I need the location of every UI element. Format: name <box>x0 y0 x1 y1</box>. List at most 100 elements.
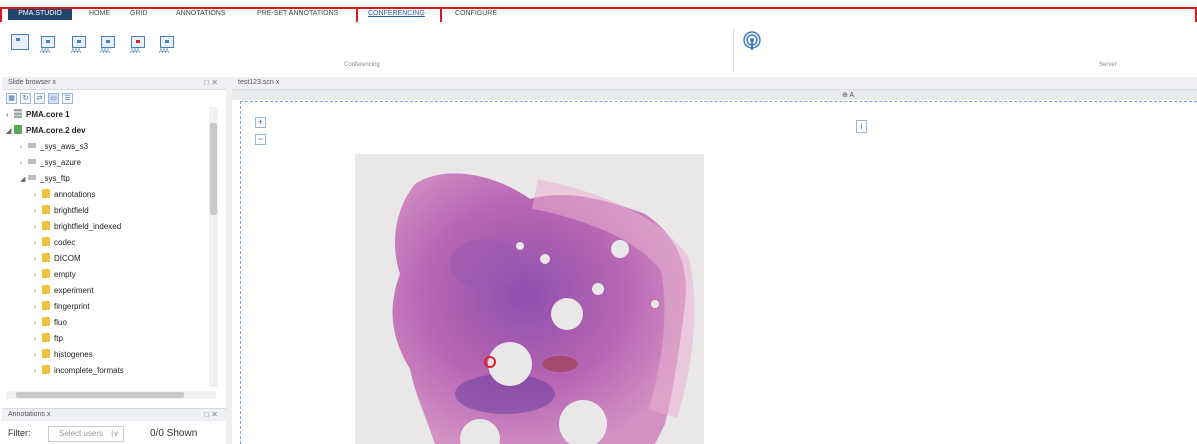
grid-view-icon[interactable]: ▦ <box>6 93 17 104</box>
ribbon-group-conferencing-label: Conferencing <box>344 62 380 68</box>
thumbnail-view-icon[interactable]: ▭ <box>48 93 59 104</box>
ribbon-group-server-label: Server <box>1099 62 1117 68</box>
panel-window-controls[interactable]: □ ✕ <box>204 410 218 419</box>
annotations-tab[interactable]: Annotations x □ ✕ <box>2 408 226 421</box>
start-conference-icon[interactable] <box>41 36 55 48</box>
tree-item[interactable]: ◢ _sys_ftp <box>20 171 70 187</box>
tree-item[interactable]: ◢ PMA.core.2 dev <box>6 123 86 139</box>
tree-item[interactable]: › codec <box>34 235 75 251</box>
info-button[interactable]: i <box>856 120 867 133</box>
zoom-out-button[interactable]: − <box>255 134 266 145</box>
panel-splitter[interactable] <box>226 77 232 444</box>
tree-item[interactable]: › brightfield_indexed <box>34 219 121 235</box>
folder-icon <box>42 349 50 358</box>
tree-item[interactable]: › empty <box>34 267 76 283</box>
chevron-right-icon[interactable]: › <box>34 204 42 220</box>
chevron-right-icon[interactable]: › <box>34 364 42 380</box>
folder-icon <box>42 333 50 342</box>
tree-item[interactable]: › DICOM <box>34 251 81 267</box>
chevron-right-icon[interactable]: › <box>34 236 42 252</box>
participants-icon: ÅÅÅ <box>40 49 50 55</box>
ribbon-separator <box>733 28 734 72</box>
broadcast-server-icon[interactable] <box>742 31 762 51</box>
chevron-right-icon[interactable]: › <box>34 300 42 316</box>
folder-icon <box>42 301 50 310</box>
slide-browser-tab[interactable]: Slide browser x □ ✕ <box>2 77 226 90</box>
chevron-right-icon[interactable]: › <box>34 316 42 332</box>
zoom-in-button[interactable]: + <box>255 117 266 128</box>
participants-icon: ÅÅÅ <box>159 49 169 55</box>
chevron-right-icon[interactable]: › <box>34 268 42 284</box>
tree-item-label: brightfield <box>54 206 89 215</box>
tree-item-label: brightfield_indexed <box>54 222 122 231</box>
tree-item-label: fluo <box>54 318 67 327</box>
server-green-icon <box>14 125 22 134</box>
link-icon[interactable]: ⇄ <box>34 93 45 104</box>
tree-item-label: PMA.core.2 dev <box>26 126 86 135</box>
tree-item-label: histogenes <box>54 350 93 359</box>
chevron-right-icon[interactable]: › <box>34 220 42 236</box>
folder-icon <box>42 365 50 374</box>
chevron-down-icon[interactable]: ◢ <box>6 124 14 140</box>
drive-icon <box>28 159 36 164</box>
tree-item-label: _sys_ftp <box>40 174 70 183</box>
share-screen-icon[interactable] <box>11 34 29 50</box>
chevron-right-icon[interactable]: › <box>34 284 42 300</box>
chevron-right-icon[interactable]: › <box>20 140 28 156</box>
tree-item[interactable]: › fluo <box>34 315 67 331</box>
participants-icon: ÅÅÅ <box>130 49 140 55</box>
folder-icon <box>42 253 50 262</box>
leave-conference-icon[interactable] <box>160 36 174 48</box>
tree-item[interactable]: › PMA.core 1 <box>6 107 70 123</box>
list-view-icon[interactable]: ☰ <box>62 93 73 104</box>
tree-item[interactable]: › _sys_azure <box>20 155 81 171</box>
tree-item[interactable]: › brightfield <box>34 203 89 219</box>
chevron-right-icon[interactable]: › <box>20 156 28 172</box>
tree-item[interactable]: › fingerprint <box>34 299 90 315</box>
tree-item-label: incomplete_formats <box>54 366 124 375</box>
chevron-right-icon[interactable]: › <box>6 108 14 124</box>
tree-item[interactable]: › experiment <box>34 283 94 299</box>
shown-count: 0/0 Shown <box>150 428 198 439</box>
tree-item-label: _sys_aws_s3 <box>40 142 89 151</box>
chevron-right-icon[interactable]: › <box>34 332 42 348</box>
tree-scroll-thumb[interactable] <box>210 123 217 215</box>
tree-item-label: experiment <box>54 286 94 295</box>
tree-item-label: PMA.core 1 <box>26 110 70 119</box>
folder-icon <box>42 269 50 278</box>
chevron-down-icon[interactable]: ◢ <box>20 172 28 188</box>
select-users-dropdown[interactable]: Select users |∨ <box>48 426 124 442</box>
drive-icon <box>28 143 36 148</box>
drive-icon <box>28 175 36 180</box>
tree-item[interactable]: › ftp <box>34 331 63 347</box>
viewer-tab-title: test123.scn x <box>238 79 280 86</box>
viewer-tab[interactable]: test123.scn x <box>232 77 1197 90</box>
participants-icon: ÅÅÅ <box>71 49 81 55</box>
filter-label: Filter: <box>8 428 31 438</box>
refresh-icon[interactable]: ↻ <box>20 93 31 104</box>
slide-image[interactable] <box>355 154 704 444</box>
tree-item[interactable]: › incomplete_formats <box>34 363 124 379</box>
chevron-right-icon[interactable]: › <box>34 188 42 204</box>
select-users-placeholder: Select users <box>59 429 104 438</box>
tree-horizontal-thumb[interactable] <box>16 392 184 398</box>
tree-item-label: annotations <box>54 190 96 199</box>
chevron-right-icon[interactable]: › <box>34 348 42 364</box>
tree-item[interactable]: › _sys_aws_s3 <box>20 139 88 155</box>
tree-item-label: ftp <box>54 334 63 343</box>
folder-icon <box>42 317 50 326</box>
tissue-image <box>392 173 695 444</box>
participants-icon: ÅÅÅ <box>100 49 110 55</box>
panel-window-controls[interactable]: □ ✕ <box>204 78 218 87</box>
follow-presenter-icon[interactable] <box>101 36 115 48</box>
tree-item[interactable]: › annotations <box>34 187 95 203</box>
server-icon <box>14 109 22 118</box>
slide-browser-tab-title: Slide browser x <box>8 79 56 86</box>
chevron-right-icon[interactable]: › <box>34 252 42 268</box>
tree-item[interactable]: › histogenes <box>34 347 93 363</box>
stop-conference-icon[interactable] <box>131 36 145 48</box>
join-conference-icon[interactable] <box>72 36 86 48</box>
viewer-header: ⊕ A <box>232 90 1197 100</box>
ribbon: ÅÅÅ ÅÅÅ ÅÅÅ ÅÅÅ ÅÅÅ Conferencing Server <box>0 22 1197 75</box>
viewer-header-label[interactable]: ⊕ A <box>842 91 854 99</box>
